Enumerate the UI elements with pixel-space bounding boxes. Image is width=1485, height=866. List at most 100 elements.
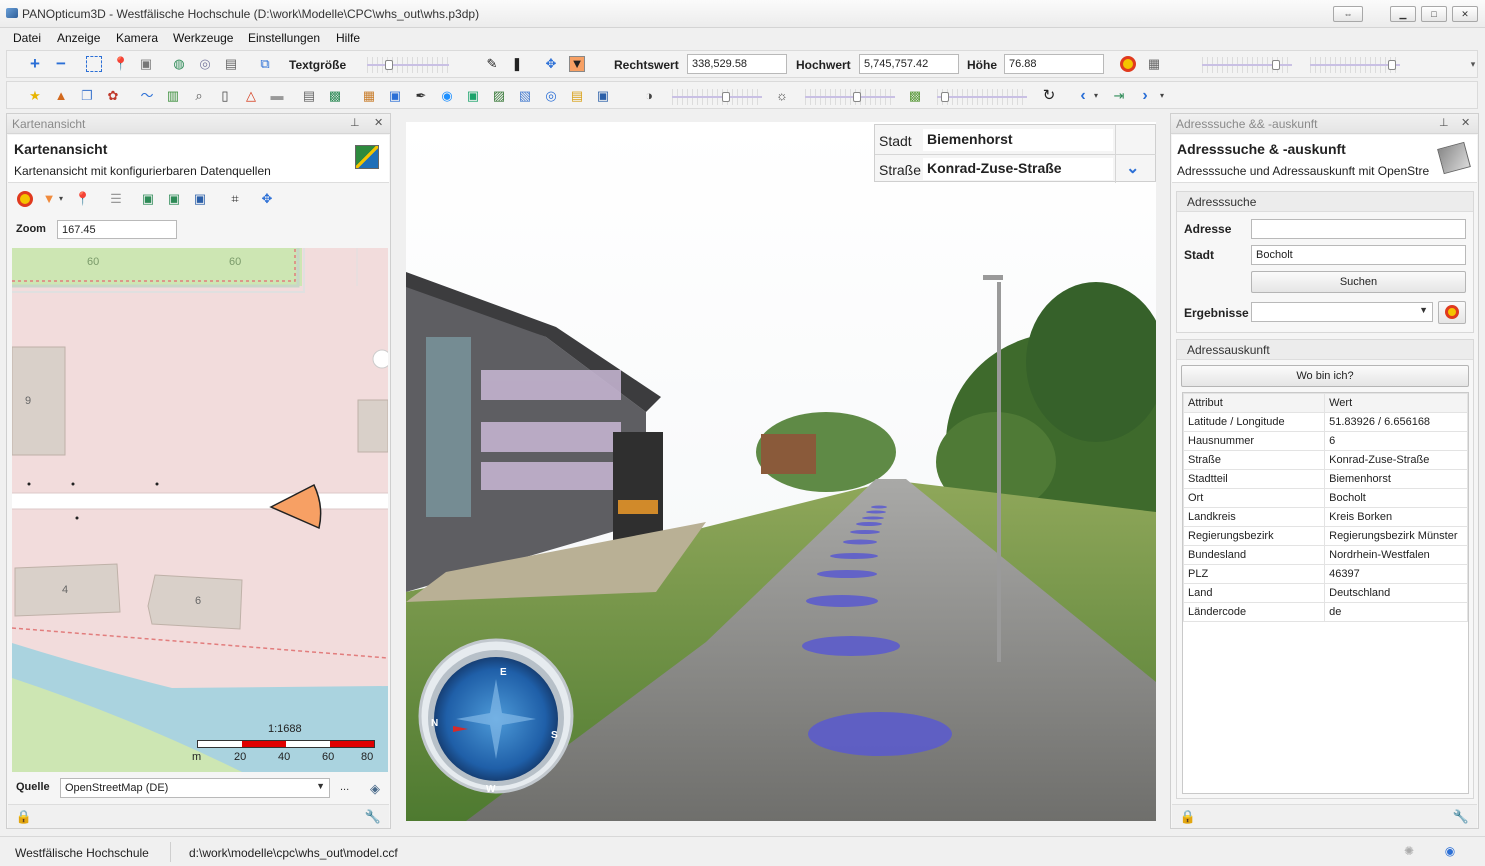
marker-icon[interactable]: ❚ — [509, 56, 525, 72]
table-row[interactable]: PLZ 46397 — [1182, 564, 1468, 584]
table-row[interactable]: Ort Bocholt — [1182, 488, 1468, 508]
minimize-button[interactable]: ▁ — [1390, 6, 1416, 22]
contrast-slider[interactable] — [672, 89, 762, 105]
menu-werkzeuge[interactable]: Werkzeuge — [173, 31, 233, 45]
palette-icon[interactable]: ◉ — [439, 88, 455, 104]
results-target-button[interactable] — [1438, 301, 1466, 324]
stadt-field[interactable]: Bocholt — [1251, 245, 1466, 265]
table-row[interactable]: Bundesland Nordrhein-Westfalen — [1182, 545, 1468, 565]
where-am-i-button[interactable]: Wo bin ich? — [1181, 365, 1469, 387]
hoehe-field[interactable]: 76.88 — [1004, 54, 1104, 74]
panorama-view[interactable]: N E S W Stadt Biemenhorst Straße Konrad-… — [406, 122, 1156, 821]
refresh-icon[interactable]: ↻ — [1041, 88, 1057, 104]
chart-icon[interactable]: ▥ — [165, 88, 181, 104]
ruler-icon[interactable]: ▬ — [269, 88, 285, 104]
menu-datei[interactable]: Datei — [13, 31, 41, 45]
column-header-attribut[interactable]: Attribut — [1182, 393, 1326, 413]
source-more-button[interactable]: ... — [340, 781, 349, 793]
map-save-all-icon[interactable]: ▣ — [166, 191, 182, 207]
stack-icon[interactable]: ▤ — [223, 56, 239, 72]
frame-icon[interactable]: ▣ — [595, 88, 611, 104]
window-icon[interactable]: ▣ — [387, 88, 403, 104]
map-cone-dropdown-icon[interactable]: ▾ — [57, 191, 65, 207]
brush-icon[interactable]: ✒ — [413, 88, 429, 104]
wrench-icon[interactable]: 🔧 — [365, 809, 381, 825]
table-row[interactable]: Regierungsbezirk Regierungsbezirk Münster — [1182, 526, 1468, 546]
adresse-field[interactable] — [1251, 219, 1466, 239]
map-save-as-icon[interactable]: ▣ — [192, 191, 208, 207]
map-view[interactable]: 9 4 6 60 60 1:1688 m 20 40 60 80 — [12, 248, 388, 772]
back-arrow-icon[interactable]: ‹ — [1075, 88, 1091, 104]
menu-einstellungen[interactable]: Einstellungen — [248, 31, 320, 45]
table-row[interactable]: Land Deutschland — [1182, 583, 1468, 603]
table-row[interactable]: Straße Konrad-Zuse-Straße — [1182, 450, 1468, 470]
back-dropdown-icon[interactable]: ▾ — [1091, 88, 1101, 104]
cube-icon[interactable]: ▣ — [138, 56, 154, 72]
forward-dropdown-icon[interactable]: ▾ — [1157, 88, 1167, 104]
map-crop-icon[interactable]: ⌗ — [227, 191, 243, 207]
close-button[interactable]: ✕ — [1452, 6, 1478, 22]
map-move-icon[interactable]: ✥ — [259, 191, 275, 207]
search-button[interactable]: Suchen — [1251, 271, 1466, 293]
network-globe-icon[interactable]: ◉ — [1442, 843, 1458, 859]
world-icon[interactable]: ◎ — [543, 88, 559, 104]
text-size-slider[interactable] — [367, 57, 449, 73]
select-grid-icon[interactable] — [86, 56, 102, 72]
layers-icon[interactable]: ◎ — [197, 56, 213, 72]
copy-window-icon[interactable]: ⧉ — [257, 56, 273, 72]
image-icon[interactable]: ▣ — [465, 88, 481, 104]
source-select[interactable]: OpenStreetMap (DE) ▼ — [60, 778, 330, 798]
map-export-icon[interactable]: ▩ — [327, 88, 343, 104]
address-lock-icon[interactable]: 🔒 — [1180, 809, 1196, 825]
pen-tool-icon[interactable]: ✎ — [484, 56, 500, 72]
table-row[interactable]: Stadtteil Biemenhorst — [1182, 469, 1468, 489]
map-pin-icon[interactable]: 📍 — [75, 191, 91, 207]
move-icon[interactable]: ✥ — [543, 56, 559, 72]
shapes-icon[interactable]: ▲ — [53, 88, 69, 104]
overlay-stadt-field[interactable]: Biemenhorst — [923, 129, 1113, 151]
maximize-button[interactable]: □ — [1421, 6, 1447, 22]
globe-icon[interactable]: ◍ — [171, 56, 187, 72]
zoom-out-icon[interactable]: − — [53, 55, 69, 72]
location-pin-icon[interactable]: 📍 — [113, 56, 129, 72]
pin-icon[interactable]: ⊥ — [350, 116, 360, 129]
menu-anzeige[interactable]: Anzeige — [57, 31, 100, 45]
document-icon[interactable]: ▯ — [217, 88, 233, 104]
hochwert-field[interactable]: 5,745,757.42 — [859, 54, 959, 74]
compass-control[interactable] — [420, 640, 572, 792]
column-header-wert[interactable]: Wert — [1324, 393, 1468, 413]
clipboard-icon[interactable]: ▦ — [1146, 56, 1162, 72]
lock-icon[interactable]: 🔒 — [16, 809, 32, 825]
folders-icon[interactable]: ▤ — [569, 88, 585, 104]
picture-icon[interactable]: ▨ — [491, 88, 507, 104]
overflow-chevron-icon[interactable]: ▾ — [1465, 56, 1481, 72]
magnifier-icon[interactable]: ⌕ — [191, 88, 207, 104]
saturation-slider[interactable] — [937, 89, 1027, 105]
menu-hilfe[interactable]: Hilfe — [336, 31, 360, 45]
panorama-icon[interactable]: ▧ — [517, 88, 533, 104]
map-list-icon[interactable]: ☰ — [108, 191, 124, 207]
zoom-field[interactable]: 167.45 — [57, 220, 177, 239]
menu-kamera[interactable]: Kamera — [116, 31, 158, 45]
table-icon[interactable]: ▦ — [361, 88, 377, 104]
zoom-in-icon[interactable]: + — [27, 55, 43, 72]
expand-chevron-icon[interactable]: ⌄ — [1126, 158, 1139, 178]
view-cone-icon[interactable]: ▼ — [569, 56, 585, 72]
source-layer-icon[interactable]: ◈ — [367, 781, 383, 797]
printer-icon[interactable]: ▤ — [301, 88, 317, 104]
address-wrench-icon[interactable]: 🔧 — [1453, 809, 1469, 825]
map-save-icon[interactable]: ▣ — [140, 191, 156, 207]
brightness-icon[interactable]: ☼ — [774, 88, 790, 104]
polyline-icon[interactable]: 〜 — [139, 88, 155, 104]
flower-icon[interactable]: ✿ — [105, 88, 121, 104]
map-target-icon[interactable] — [17, 191, 33, 207]
table-row[interactable]: Hausnummer 6 — [1182, 431, 1468, 451]
table-row[interactable]: Ländercode de — [1182, 602, 1468, 622]
restore-size-button[interactable]: ⇔ — [1333, 6, 1363, 22]
landscape-icon[interactable]: ▩ — [907, 88, 923, 104]
target-icon[interactable] — [1120, 56, 1136, 72]
address-close-icon[interactable]: ✕ — [1461, 116, 1470, 129]
table-row[interactable]: Landkreis Kreis Borken — [1182, 507, 1468, 527]
table-row[interactable]: Latitude / Longitude 51.83926 / 6.656168 — [1182, 412, 1468, 432]
forward-arrow-icon[interactable]: › — [1137, 88, 1153, 104]
